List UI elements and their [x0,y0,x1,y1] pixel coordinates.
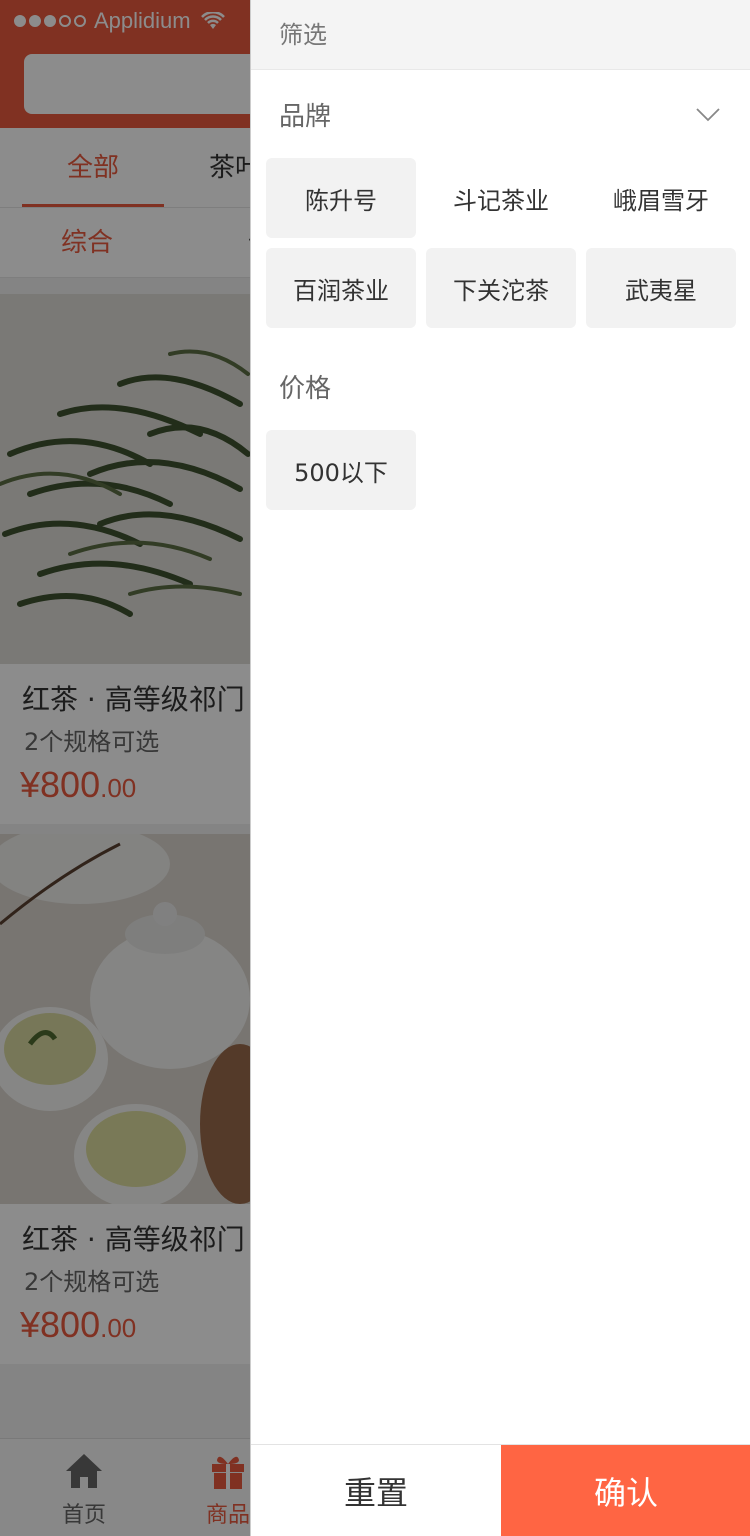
brand-chip[interactable]: 斗记茶业 [426,158,576,238]
brand-chip[interactable]: 下关沱茶 [426,248,576,328]
filter-title: 筛选 [251,0,750,70]
price-chip[interactable]: 500以下 [266,430,416,510]
brand-chip[interactable]: 武夷星 [586,248,736,328]
brand-options: 陈升号 斗记茶业 峨眉雪牙 百润茶业 下关沱茶 武夷星 [251,158,750,328]
chevron-down-icon[interactable] [696,102,720,126]
price-options: 500以下 [251,430,750,510]
filter-drawer: 筛选 品牌 陈升号 斗记茶业 峨眉雪牙 百润茶业 下关沱茶 武夷星 价格 500… [250,0,750,1536]
brand-chip[interactable]: 陈升号 [266,158,416,238]
brand-chip[interactable]: 峨眉雪牙 [586,158,736,238]
brand-label: 品牌 [279,101,332,132]
brand-chip[interactable]: 百润茶业 [266,248,416,328]
price-section-header: 价格 [251,342,750,430]
brand-section-header[interactable]: 品牌 [251,70,750,158]
confirm-button[interactable]: 确认 [501,1445,750,1536]
price-label: 价格 [279,373,332,404]
filter-footer: 重置 确认 [251,1444,750,1536]
reset-button[interactable]: 重置 [251,1445,501,1536]
